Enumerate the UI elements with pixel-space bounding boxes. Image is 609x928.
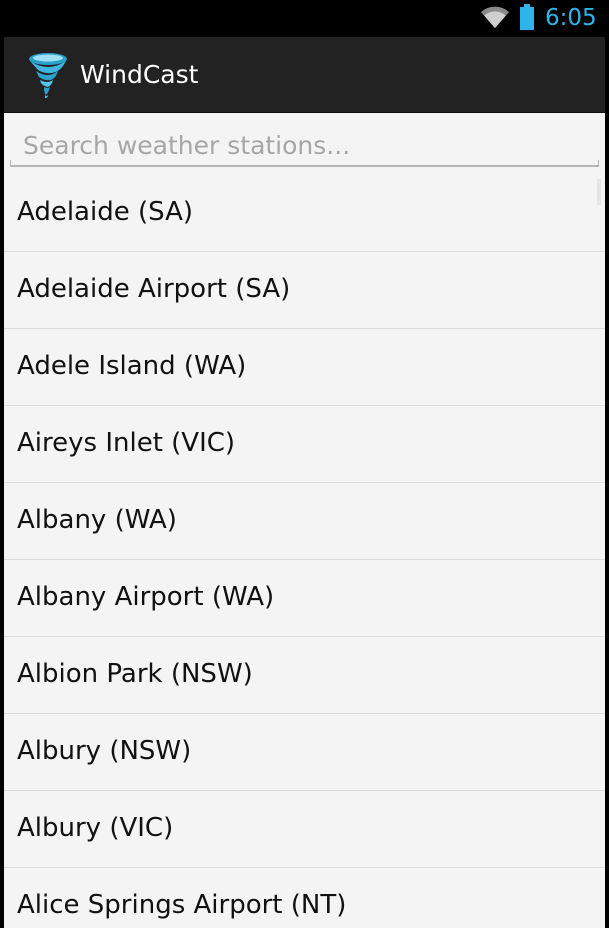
station-label: Aireys Inlet (VIC) <box>17 428 236 458</box>
list-item[interactable]: Albany (WA) <box>4 483 605 560</box>
status-time: 6:05 <box>545 5 597 31</box>
status-bar: 6:05 <box>0 0 609 37</box>
list-item[interactable]: Albion Park (NSW) <box>4 637 605 714</box>
station-list[interactable]: Adelaide (SA) Adelaide Airport (SA) Adel… <box>4 175 605 928</box>
station-label: Albury (NSW) <box>17 736 192 766</box>
list-item[interactable]: Albury (VIC) <box>4 791 605 868</box>
search-input[interactable] <box>10 125 596 165</box>
list-item[interactable]: Adelaide (SA) <box>4 175 605 252</box>
list-item[interactable]: Alice Springs Airport (NT) <box>4 868 605 928</box>
list-item[interactable]: Adele Island (WA) <box>4 329 605 406</box>
station-label: Albury (VIC) <box>17 813 174 843</box>
station-label: Adele Island (WA) <box>17 351 247 381</box>
station-label: Albion Park (NSW) <box>17 659 253 689</box>
search-bar <box>4 113 605 175</box>
search-underline <box>10 160 599 167</box>
app-title: WindCast <box>80 60 199 89</box>
scrollbar-thumb[interactable] <box>597 179 601 205</box>
tornado-icon[interactable] <box>26 51 70 99</box>
battery-icon <box>520 4 534 30</box>
device-screen: 6:05 WindCast Adelaide (SA) <box>0 0 609 928</box>
list-item[interactable]: Adelaide Airport (SA) <box>4 252 605 329</box>
wifi-icon <box>481 6 509 28</box>
station-label: Adelaide (SA) <box>17 197 194 227</box>
station-label: Albany Airport (WA) <box>17 582 275 612</box>
list-item[interactable]: Albury (NSW) <box>4 714 605 791</box>
station-label: Adelaide Airport (SA) <box>17 274 291 304</box>
list-item[interactable]: Albany Airport (WA) <box>4 560 605 637</box>
station-label: Albany (WA) <box>17 505 177 535</box>
action-bar: WindCast <box>4 37 605 113</box>
station-label: Alice Springs Airport (NT) <box>17 890 347 920</box>
app-window: WindCast Adelaide (SA) Adelaide Airport … <box>4 37 605 928</box>
list-item[interactable]: Aireys Inlet (VIC) <box>4 406 605 483</box>
